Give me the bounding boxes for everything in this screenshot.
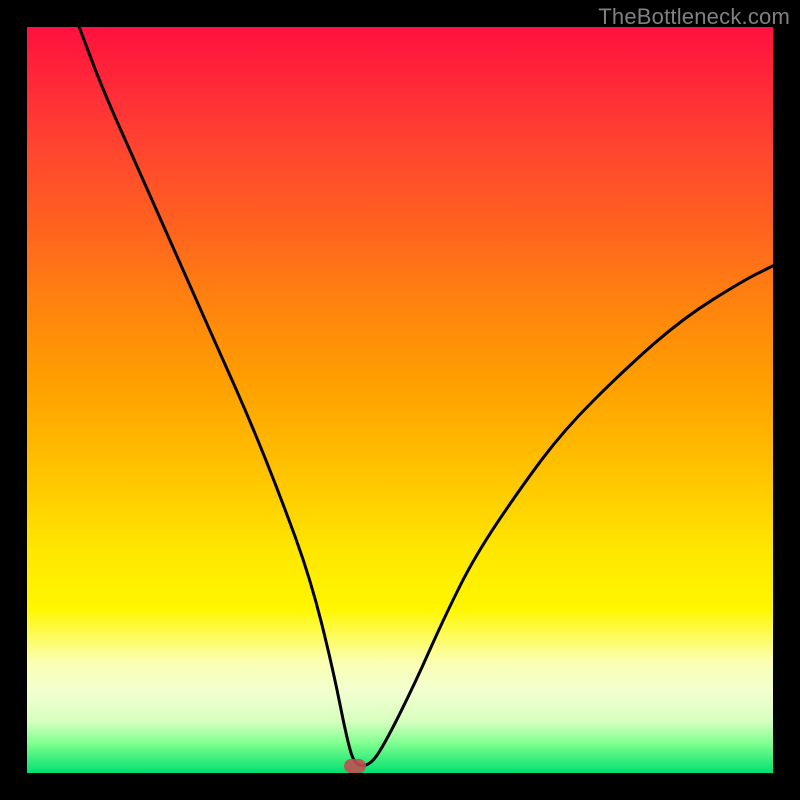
plot-area — [27, 27, 773, 773]
optimal-point-marker — [344, 759, 366, 773]
bottleneck-curve — [27, 27, 773, 773]
chart-frame: TheBottleneck.com — [0, 0, 800, 800]
watermark-text: TheBottleneck.com — [598, 4, 790, 30]
